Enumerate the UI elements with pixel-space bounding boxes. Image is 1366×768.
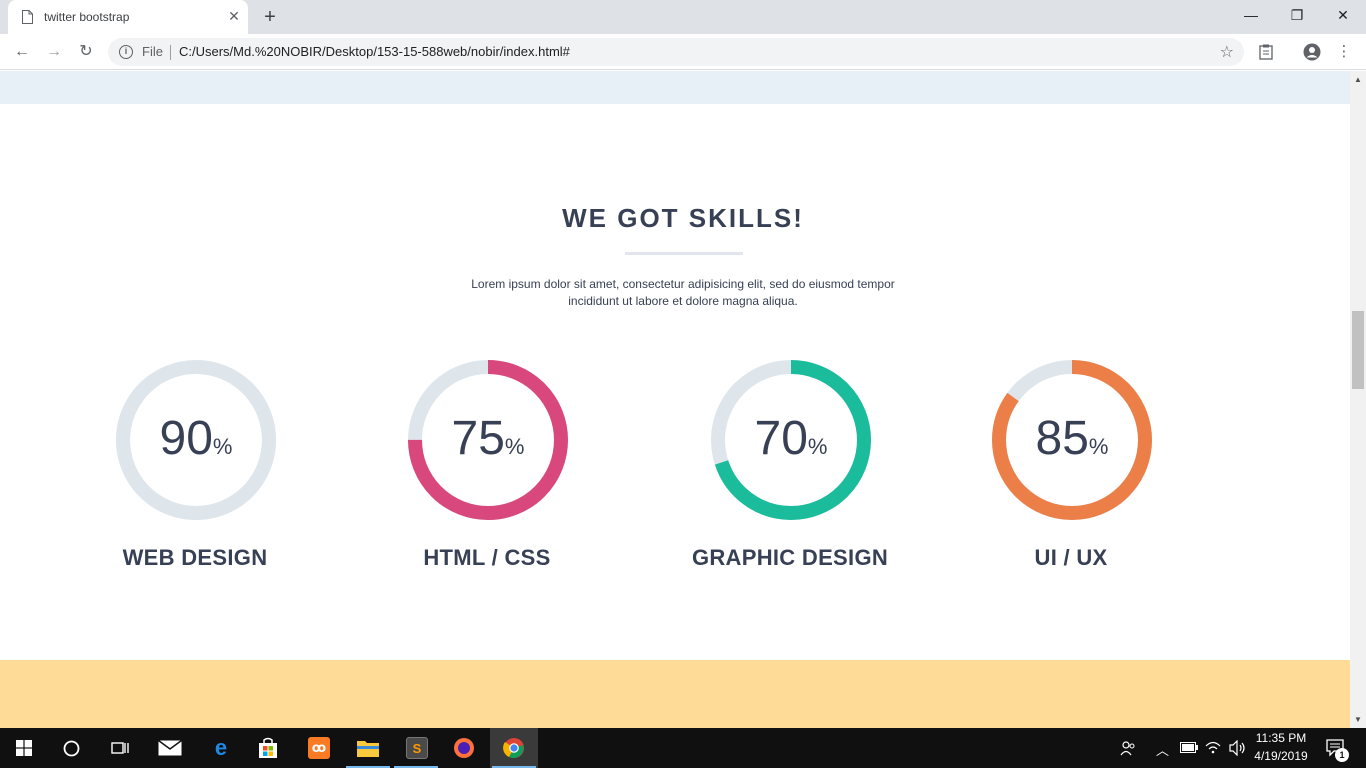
menu-icon[interactable]: ⋮: [1333, 41, 1355, 63]
address-bar[interactable]: i File C:/Users/Md.%20NOBIR/Desktop/153-…: [108, 38, 1244, 66]
close-window-button[interactable]: ✕: [1320, 0, 1366, 30]
skill-name: UI / UX: [1034, 545, 1108, 570]
skills-heading: WE GOT SKILLS!: [562, 203, 804, 233]
windows-taskbar: e ꝏ S ︿ 11:35 PM 4/19/2019 1: [0, 728, 1366, 768]
browser-tab-strip: twitter bootstrap ✕ + — ❐ ✕: [0, 0, 1366, 34]
skill-percent: 75%: [407, 411, 569, 475]
info-icon[interactable]: i: [119, 45, 133, 59]
tray-chevron-icon[interactable]: ︿: [1156, 740, 1169, 759]
percent-unit: %: [1088, 434, 1109, 459]
scroll-up-arrow-icon[interactable]: ▲: [1354, 75, 1362, 84]
skill-ui-ux: 85% UI / UX: [921, 359, 1221, 579]
scroll-down-arrow-icon[interactable]: ▼: [1354, 715, 1362, 724]
document-icon: [22, 10, 33, 24]
battery-icon[interactable]: [1178, 728, 1200, 768]
firefox-icon[interactable]: [440, 728, 488, 768]
percent-value: 85: [1035, 412, 1089, 465]
scrollbar-thumb[interactable]: [1352, 311, 1364, 389]
skill-name: WEB DESIGN: [122, 545, 268, 570]
task-view-icon[interactable]: [96, 728, 144, 768]
profile-avatar-icon[interactable]: [1301, 41, 1323, 63]
scheme-label: File: [142, 44, 163, 59]
percent-unit: %: [504, 434, 525, 459]
minimize-button[interactable]: —: [1228, 0, 1274, 30]
reload-button[interactable]: ↻: [74, 40, 98, 64]
browser-toolbar: ← → ↻ i File C:/Users/Md.%20NOBIR/Deskto…: [0, 34, 1366, 70]
notification-badge: 1: [1335, 748, 1349, 762]
mail-icon[interactable]: [146, 728, 194, 768]
skill-percent: 90%: [115, 411, 277, 475]
page-viewport: WE GOT SKILLS! Lorem ipsum dolor sit ame…: [0, 71, 1350, 728]
tab-title: twitter bootstrap: [44, 10, 130, 24]
percent-unit: %: [212, 434, 233, 459]
clock-date[interactable]: 4/19/2019: [1250, 749, 1312, 763]
tab-close-icon[interactable]: ✕: [226, 8, 242, 24]
sublime-text-icon[interactable]: S: [392, 728, 440, 768]
url-text[interactable]: C:/Users/Md.%20NOBIR/Desktop/153-15-588w…: [179, 44, 570, 59]
percent-value: 70: [754, 412, 808, 465]
back-button[interactable]: ←: [10, 40, 34, 64]
heading-divider: [625, 252, 743, 255]
skill-graphic-design: 70% GRAPHIC DESIGN: [640, 359, 940, 579]
browser-tab[interactable]: twitter bootstrap ✕: [8, 0, 248, 34]
wifi-icon[interactable]: [1202, 728, 1224, 768]
people-icon[interactable]: [1110, 728, 1146, 768]
edge-icon[interactable]: e: [196, 728, 244, 768]
percent-value: 90: [159, 412, 213, 465]
skill-percent: 70%: [710, 411, 872, 475]
skill-html-css: 75% HTML / CSS: [337, 359, 637, 579]
bookmark-star-icon[interactable]: ☆: [1220, 42, 1234, 62]
bottom-section-band: [0, 660, 1350, 728]
cortana-icon[interactable]: [48, 728, 96, 768]
skill-percent: 85%: [991, 411, 1153, 475]
store-icon[interactable]: [244, 728, 292, 768]
skill-name: HTML / CSS: [423, 545, 551, 570]
clock-time[interactable]: 11:35 PM: [1250, 731, 1312, 745]
volume-icon[interactable]: [1226, 728, 1248, 768]
page-scrollbar[interactable]: ▲ ▼: [1350, 71, 1366, 728]
new-tab-button[interactable]: +: [258, 6, 282, 30]
extension-icon[interactable]: [1255, 41, 1277, 63]
xampp-icon[interactable]: ꝏ: [294, 728, 342, 768]
windows-start-icon[interactable]: [0, 728, 48, 768]
percent-value: 75: [451, 412, 505, 465]
skill-web-design: 90% WEB DESIGN: [45, 359, 345, 579]
forward-button[interactable]: →: [42, 40, 66, 64]
top-section-band: [0, 71, 1350, 104]
skill-name: GRAPHIC DESIGN: [691, 545, 889, 570]
file-explorer-icon[interactable]: [344, 728, 392, 768]
restore-button[interactable]: ❐: [1274, 0, 1320, 30]
percent-unit: %: [807, 434, 828, 459]
notification-center-icon[interactable]: 1: [1318, 728, 1358, 768]
address-separator: [170, 45, 171, 60]
chrome-icon[interactable]: [490, 728, 538, 768]
skills-description: Lorem ipsum dolor sit amet, consectetur …: [471, 277, 895, 308]
